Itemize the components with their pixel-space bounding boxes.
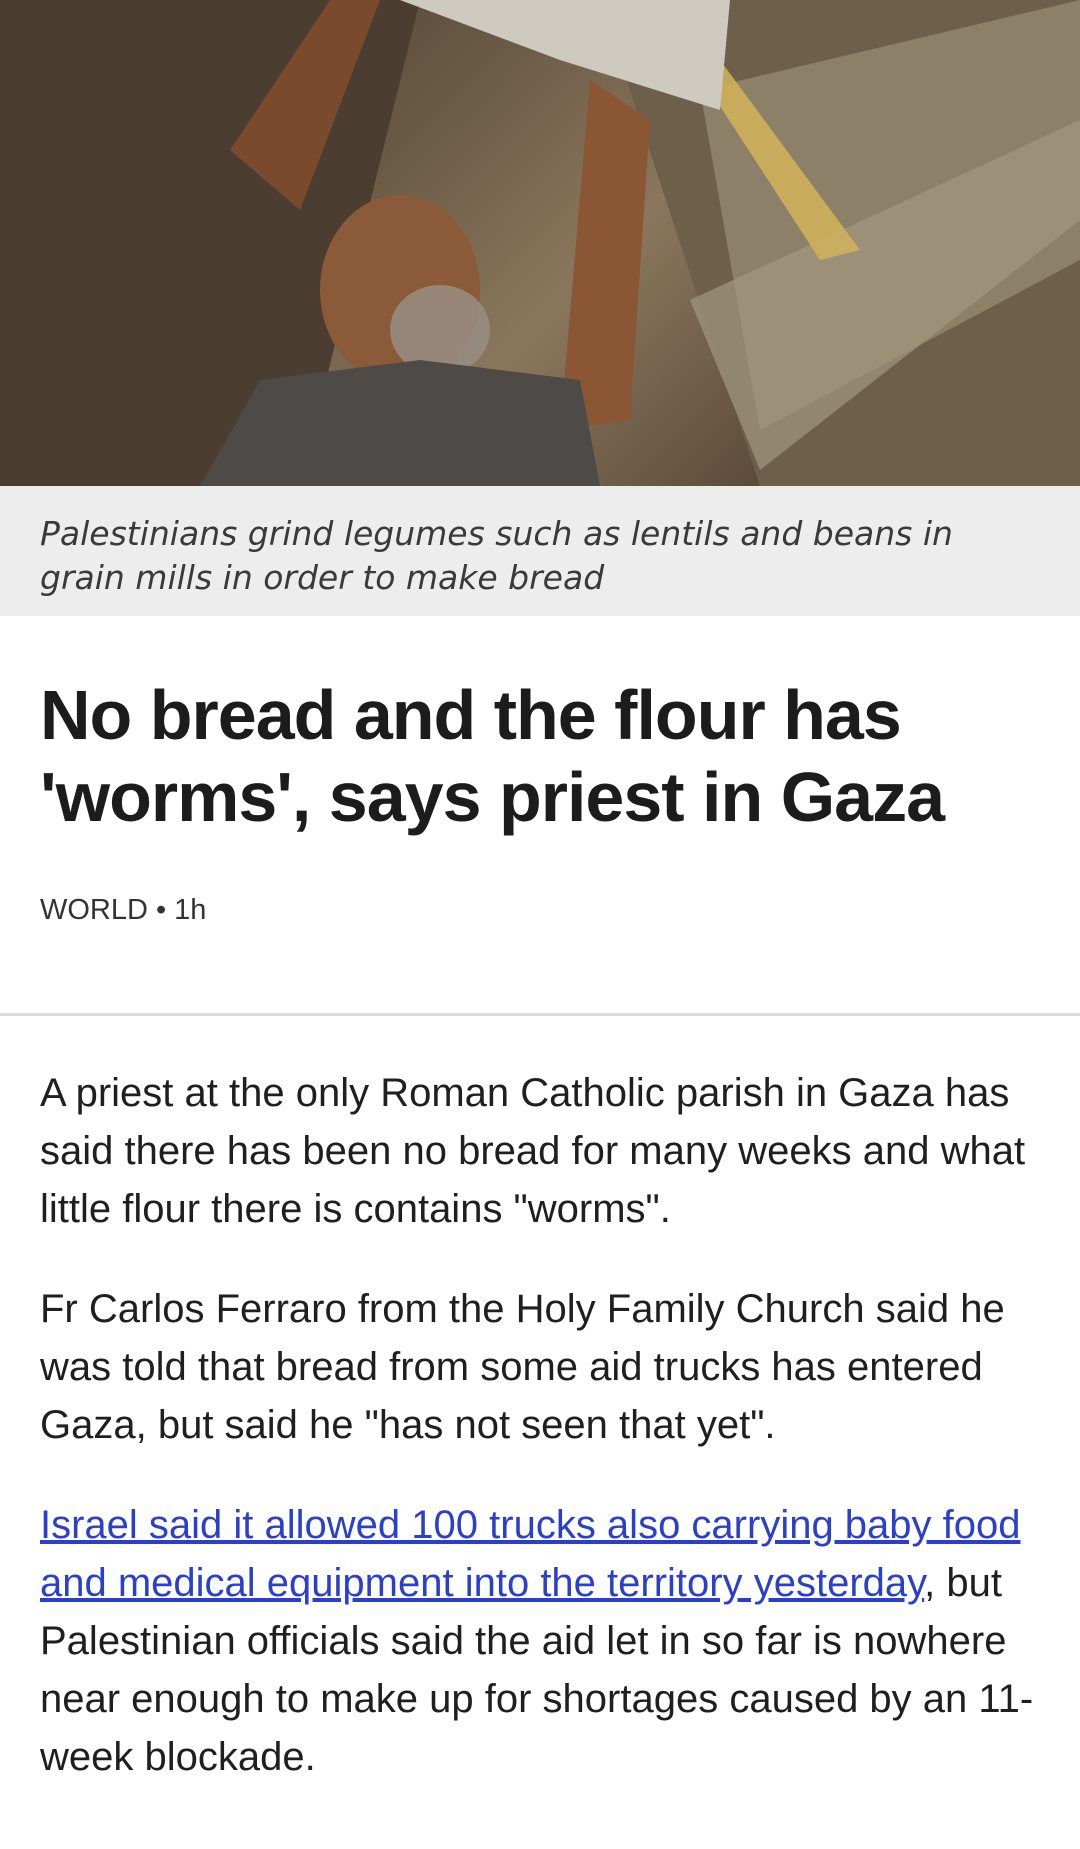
- article-paragraph: A priest at the only Roman Catholic pari…: [40, 1071, 1026, 1231]
- section-label[interactable]: WORLD: [40, 894, 148, 926]
- article-meta: WORLD • 1h: [40, 890, 1040, 930]
- hero-photo-illustration: [0, 0, 1080, 486]
- article-paragraph: Israel said it allowed 100 trucks also c…: [40, 1496, 1040, 1786]
- timestamp: 1h: [174, 894, 207, 926]
- article-headline: No bread and the flour has 'worms', says…: [40, 676, 945, 836]
- article-body: A priest at the only Roman Catholic pari…: [40, 1064, 1040, 1786]
- image-caption: Palestinians grind legumes such as lenti…: [0, 486, 1080, 616]
- hero-image[interactable]: [0, 0, 1080, 486]
- inline-link[interactable]: Israel said it allowed 100 trucks also c…: [40, 1503, 1021, 1605]
- meta-separator: •: [155, 894, 167, 926]
- divider: [0, 1013, 1080, 1016]
- article-paragraph: Fr Carlos Ferraro from the Holy Family C…: [40, 1287, 1005, 1447]
